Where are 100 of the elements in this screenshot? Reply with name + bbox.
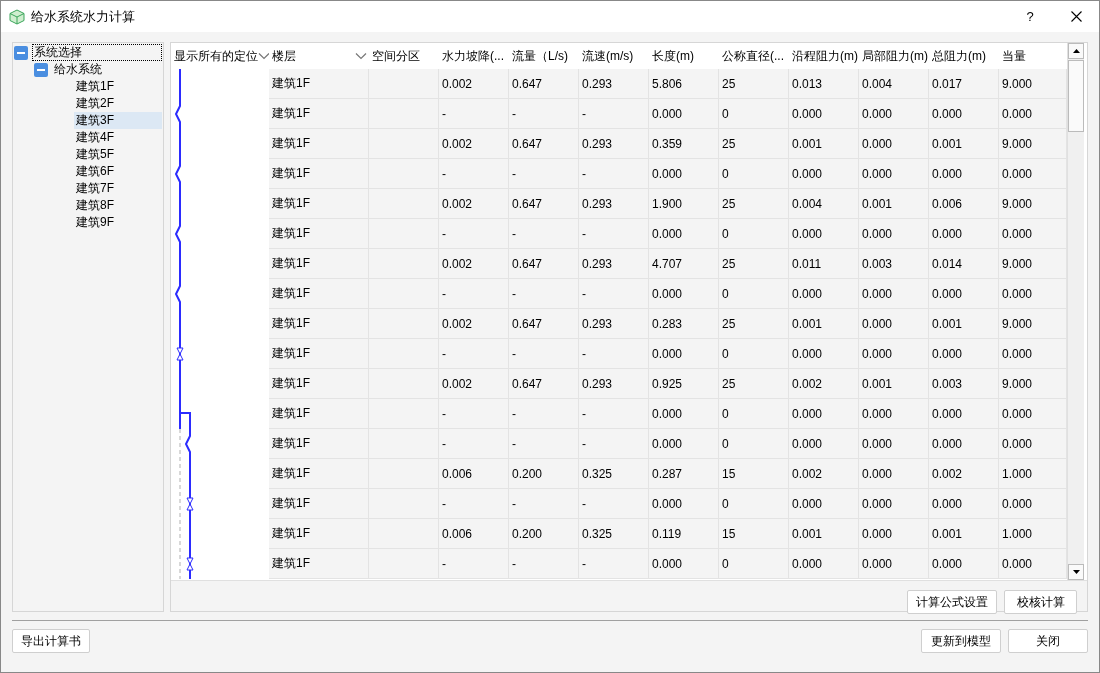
table-cell: 0.000: [859, 489, 929, 519]
column-header[interactable]: 局部阻力(m): [862, 47, 929, 65]
table-cell: 9.000: [999, 249, 1067, 279]
help-button[interactable]: ?: [1007, 9, 1053, 24]
table-cell: 0.000: [999, 99, 1067, 129]
table-cell: 0.000: [789, 279, 859, 309]
tree-item[interactable]: 建筑6F: [74, 163, 162, 180]
tree-item[interactable]: 建筑5F: [74, 146, 162, 163]
table-cell: 建筑1F: [269, 219, 369, 249]
column-header[interactable]: 水力坡降(...: [442, 47, 509, 65]
scrollbar-thumb[interactable]: [1068, 60, 1084, 132]
table-cell: 0.000: [789, 159, 859, 189]
table-cell: -: [509, 339, 579, 369]
table-cell: 9.000: [999, 129, 1067, 159]
table-cell: 建筑1F: [269, 99, 369, 129]
table-cell: -: [509, 159, 579, 189]
tree-item[interactable]: 建筑4F: [74, 129, 162, 146]
table-cell: 0.000: [929, 219, 999, 249]
scrollbar[interactable]: [1067, 43, 1084, 580]
table-cell: 0.000: [789, 339, 859, 369]
column-header[interactable]: 沿程阻力(m): [792, 47, 859, 65]
app-cube-icon: [9, 8, 25, 25]
collapse-icon[interactable]: [34, 62, 48, 77]
table-cell: 建筑1F: [269, 279, 369, 309]
table-cell: 0.006: [439, 459, 509, 489]
column-header[interactable]: 显示所有的定位: [174, 47, 258, 65]
table-cell: 0.002: [439, 69, 509, 99]
table-cell: 0.000: [859, 549, 929, 579]
table-cell: 0.006: [929, 189, 999, 219]
column-header[interactable]: 流速(m/s): [582, 47, 649, 65]
scroll-up-icon[interactable]: [1072, 49, 1080, 53]
table-cell: 建筑1F: [269, 519, 369, 549]
table-cell: -: [509, 429, 579, 459]
tree-item[interactable]: 建筑1F: [74, 78, 162, 95]
panel-button[interactable]: 计算公式设置: [907, 590, 997, 614]
table-cell: 0.647: [509, 369, 579, 399]
table-cell: 0: [719, 219, 789, 249]
table-cell: 0.002: [439, 189, 509, 219]
tree-item[interactable]: 建筑9F: [74, 214, 162, 231]
column-header[interactable]: 总阻力(m): [932, 47, 999, 65]
tree-item[interactable]: 建筑2F: [74, 95, 162, 112]
table-cell: 0: [719, 339, 789, 369]
collapse-icon[interactable]: [14, 45, 28, 60]
scroll-down-icon[interactable]: [1072, 570, 1080, 574]
tree-item[interactable]: 建筑8F: [74, 197, 162, 214]
tree-item[interactable]: 系统选择: [32, 44, 162, 61]
table-cell: 0.647: [509, 249, 579, 279]
chevron-down-icon[interactable]: [258, 52, 270, 60]
column-header[interactable]: 公称直径(...: [722, 47, 789, 65]
table-cell: 0.000: [999, 489, 1067, 519]
table-cell: 0.000: [789, 429, 859, 459]
table-cell: 0: [719, 429, 789, 459]
table-cell: 建筑1F: [269, 369, 369, 399]
chevron-down-icon[interactable]: [355, 52, 367, 60]
table-cell: 0.325: [579, 519, 649, 549]
table-cell: 1.900: [649, 189, 719, 219]
table-cell: 0.000: [859, 429, 929, 459]
tree-item[interactable]: 给水系统: [52, 61, 104, 78]
table-cell: 0.000: [929, 99, 999, 129]
table-cell: 建筑1F: [269, 189, 369, 219]
table-cell: 0: [719, 99, 789, 129]
table-cell: 0.000: [649, 159, 719, 189]
table-cell: -: [439, 159, 509, 189]
table-cell: -: [579, 339, 649, 369]
table-cell: 25: [719, 189, 789, 219]
table-cell: 0.003: [859, 249, 929, 279]
table-cell: 0: [719, 279, 789, 309]
table-cell: -: [439, 99, 509, 129]
table-cell: 1.000: [999, 459, 1067, 489]
table-cell: 0.002: [789, 459, 859, 489]
table-cell: 建筑1F: [269, 129, 369, 159]
table-cell: -: [509, 399, 579, 429]
table-cell: 0.011: [789, 249, 859, 279]
table-cell: 0.002: [439, 249, 509, 279]
column-header[interactable]: 长度(m): [652, 47, 719, 65]
tree-item[interactable]: 建筑3F: [74, 112, 162, 129]
table-cell: 0.002: [439, 309, 509, 339]
table-cell: 0.000: [789, 219, 859, 249]
table-cell: 0.293: [579, 309, 649, 339]
footer-button[interactable]: 更新到模型: [921, 629, 1001, 653]
tree-item[interactable]: 建筑7F: [74, 180, 162, 197]
column-header[interactable]: 楼层: [272, 47, 355, 65]
table-cell: 4.707: [649, 249, 719, 279]
table-cell: -: [439, 399, 509, 429]
table-cell: 25: [719, 249, 789, 279]
column-header[interactable]: 流量（L/s): [512, 47, 579, 65]
table-cell: 0.287: [649, 459, 719, 489]
column-header[interactable]: 当量: [1002, 47, 1067, 65]
table-cell: -: [439, 219, 509, 249]
footer-button[interactable]: 关闭: [1008, 629, 1088, 653]
table-cell: 0.001: [929, 129, 999, 159]
table-cell: -: [439, 489, 509, 519]
column-header[interactable]: 空间分区: [372, 47, 439, 65]
panel-button[interactable]: 校核计算: [1004, 590, 1077, 614]
close-icon[interactable]: [1070, 11, 1082, 22]
table-cell: 0.000: [999, 339, 1067, 369]
table-cell: 15: [719, 459, 789, 489]
table-cell: 0.293: [579, 249, 649, 279]
table-cell: 25: [719, 129, 789, 159]
export-button[interactable]: 导出计算书: [12, 629, 90, 653]
